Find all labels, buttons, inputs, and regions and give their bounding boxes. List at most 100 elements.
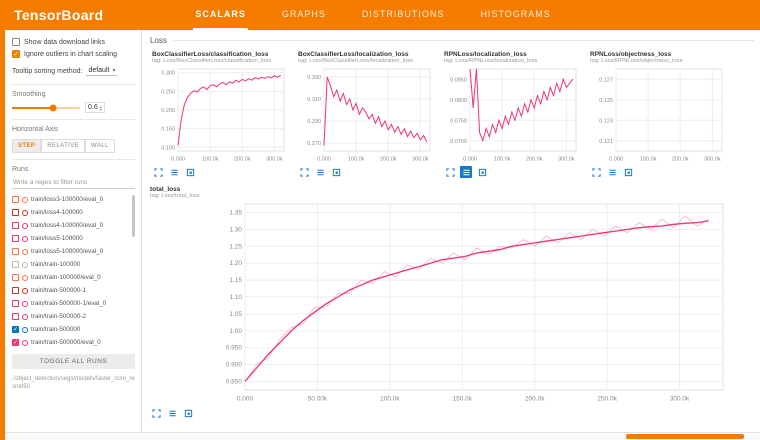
axis-step-button[interactable]: STEP (12, 139, 41, 153)
run-color-swatch[interactable] (22, 275, 28, 281)
line-chart[interactable]: 0.1000.1500.2000.2500.3000.000100.0k200.… (152, 65, 288, 165)
run-color-swatch[interactable] (22, 262, 28, 268)
svg-text:300.0k: 300.0k (266, 157, 283, 163)
ignore-outliers-checkbox[interactable]: ✓ (12, 50, 20, 58)
run-label: train/train-500000-1/eval_0 (31, 300, 106, 307)
run-checkbox[interactable]: ✓ (12, 326, 19, 333)
run-color-swatch[interactable] (22, 249, 28, 255)
run-color-swatch[interactable] (22, 236, 28, 242)
tab-graphs[interactable]: GRAPHS (280, 0, 328, 30)
run-row[interactable]: train/loss4-100000 (12, 206, 135, 219)
run-checkbox[interactable] (12, 300, 19, 307)
run-checkbox[interactable] (12, 235, 19, 242)
run-color-swatch[interactable] (22, 314, 28, 320)
expand-icon[interactable] (590, 166, 602, 178)
runs-filter-input[interactable] (12, 177, 135, 189)
run-menu-icon[interactable] (606, 166, 618, 178)
run-label: train/loss5-100000/eval_0 (31, 248, 103, 255)
svg-text:300.0k: 300.0k (412, 157, 429, 163)
chart-tag: tag: Loss/RPNLoss/localization_loss (444, 58, 580, 64)
pin-icon[interactable] (622, 166, 634, 178)
run-row[interactable]: train/loss5-100000/eval_0 (12, 245, 135, 258)
chart-card-box-localization-loss: BoxClassifierLoss/localization_loss tag:… (296, 50, 436, 179)
expand-icon[interactable] (152, 166, 164, 178)
show-download-links-row[interactable]: Show data download links (12, 38, 135, 46)
run-menu-icon[interactable] (314, 166, 326, 178)
category-header-loss[interactable]: Loss (150, 36, 754, 45)
smoothing-value-input[interactable]: 0.6 ▴▾ (85, 102, 105, 113)
run-list: train/loss3-100000/eval_0train/loss4-100… (12, 193, 135, 349)
run-checkbox[interactable] (12, 274, 19, 281)
line-chart[interactable]: 0.8500.9000.9501.001.051.101.151.201.251… (150, 200, 754, 406)
svg-text:200.0k: 200.0k (525, 396, 545, 403)
run-checkbox[interactable] (12, 261, 19, 268)
svg-text:0.330: 0.330 (307, 75, 321, 81)
run-color-swatch[interactable] (22, 223, 28, 229)
run-checkbox[interactable] (12, 209, 19, 216)
run-row[interactable]: train/loss4-100000/eval_0 (12, 219, 135, 232)
expand-icon[interactable] (444, 166, 456, 178)
run-row[interactable]: train/train-100000 (12, 258, 135, 271)
tooltip-sorting-dropdown[interactable]: default ▾ (86, 66, 117, 76)
run-row[interactable]: train/train-500000-1 (12, 284, 135, 297)
pin-icon[interactable] (182, 407, 194, 419)
toggle-all-runs-button[interactable]: TOGGLE ALL RUNS (12, 354, 135, 369)
show-download-links-label: Show data download links (24, 39, 105, 46)
axis-wall-button[interactable]: WALL (85, 139, 115, 153)
tab-distributions[interactable]: DISTRIBUTIONS (360, 0, 447, 30)
show-download-links-checkbox[interactable] (12, 38, 20, 46)
svg-text:300.0k: 300.0k (670, 396, 690, 403)
tooltip-sorting-value: default (88, 67, 109, 74)
run-row[interactable]: ✓ train/train-500000/eval_0 (12, 336, 135, 349)
run-label: train/loss4-100000/eval_0 (31, 222, 103, 229)
run-menu-icon[interactable] (460, 166, 472, 178)
tab-histograms[interactable]: HISTOGRAMS (478, 0, 552, 30)
run-row[interactable]: train/train-500000-1/eval_0 (12, 297, 135, 310)
line-chart[interactable]: 0.07000.07500.08000.08500.000100.0k200.0… (444, 65, 580, 165)
run-menu-icon[interactable] (168, 166, 180, 178)
svg-text:0.250: 0.250 (161, 89, 175, 95)
run-color-swatch[interactable] (22, 197, 28, 203)
line-chart[interactable]: 0.2700.2900.3100.3300.000100.0k200.0k300… (298, 65, 434, 165)
run-checkbox[interactable] (12, 248, 19, 255)
run-label: train/train-500000/eval_0 (31, 339, 101, 346)
run-checkbox[interactable] (12, 313, 19, 320)
pin-icon[interactable] (184, 166, 196, 178)
run-checkbox[interactable] (12, 287, 19, 294)
tab-scalars[interactable]: SCALARS (193, 0, 248, 30)
run-color-swatch[interactable] (22, 327, 28, 333)
line-chart[interactable]: 0.1210.1230.1250.1270.000100.0k200.0k300… (590, 65, 726, 165)
ignore-outliers-row[interactable]: ✓ Ignore outliers in chart scaling (12, 50, 135, 58)
run-menu-icon[interactable] (166, 407, 178, 419)
stepper-icons[interactable]: ▴▾ (100, 105, 102, 111)
run-label: train/train-500000-1 (31, 287, 86, 294)
run-row[interactable]: train/train-100000/eval_0 (12, 271, 135, 284)
run-list-scrollbar[interactable] (132, 195, 135, 237)
smoothing-slider-thumb[interactable] (49, 104, 56, 111)
run-row[interactable]: train/loss3-100000/eval_0 (12, 193, 135, 206)
run-color-swatch[interactable] (22, 210, 28, 216)
chart-toolbar (150, 407, 754, 419)
expand-icon[interactable] (150, 407, 162, 419)
run-color-swatch[interactable] (22, 288, 28, 294)
run-row[interactable]: train/train-500000-2 (12, 310, 135, 323)
run-checkbox[interactable] (12, 222, 19, 229)
expand-icon[interactable] (298, 166, 310, 178)
pin-icon[interactable] (330, 166, 342, 178)
run-color-swatch[interactable] (22, 301, 28, 307)
horizontal-scrollbar-thumb[interactable] (626, 434, 744, 439)
svg-text:0.000: 0.000 (463, 157, 477, 163)
settings-sidebar: Show data download links ✓ Ignore outlie… (0, 30, 142, 432)
run-row[interactable]: train/loss5-100000 (12, 232, 135, 245)
left-accent-strip (0, 0, 5, 440)
smoothing-slider[interactable] (12, 107, 80, 109)
run-color-swatch[interactable] (22, 340, 28, 346)
run-checkbox[interactable] (12, 196, 19, 203)
svg-text:50.00k: 50.00k (308, 396, 328, 403)
axis-relative-button[interactable]: RELATIVE (41, 139, 85, 153)
svg-text:100.0k: 100.0k (640, 157, 657, 163)
scalars-dashboard: Loss BoxClassifierLoss/classification_lo… (142, 30, 760, 432)
run-checkbox[interactable]: ✓ (12, 339, 19, 346)
run-row[interactable]: ✓train/train-500000 (12, 323, 135, 336)
pin-icon[interactable] (476, 166, 488, 178)
